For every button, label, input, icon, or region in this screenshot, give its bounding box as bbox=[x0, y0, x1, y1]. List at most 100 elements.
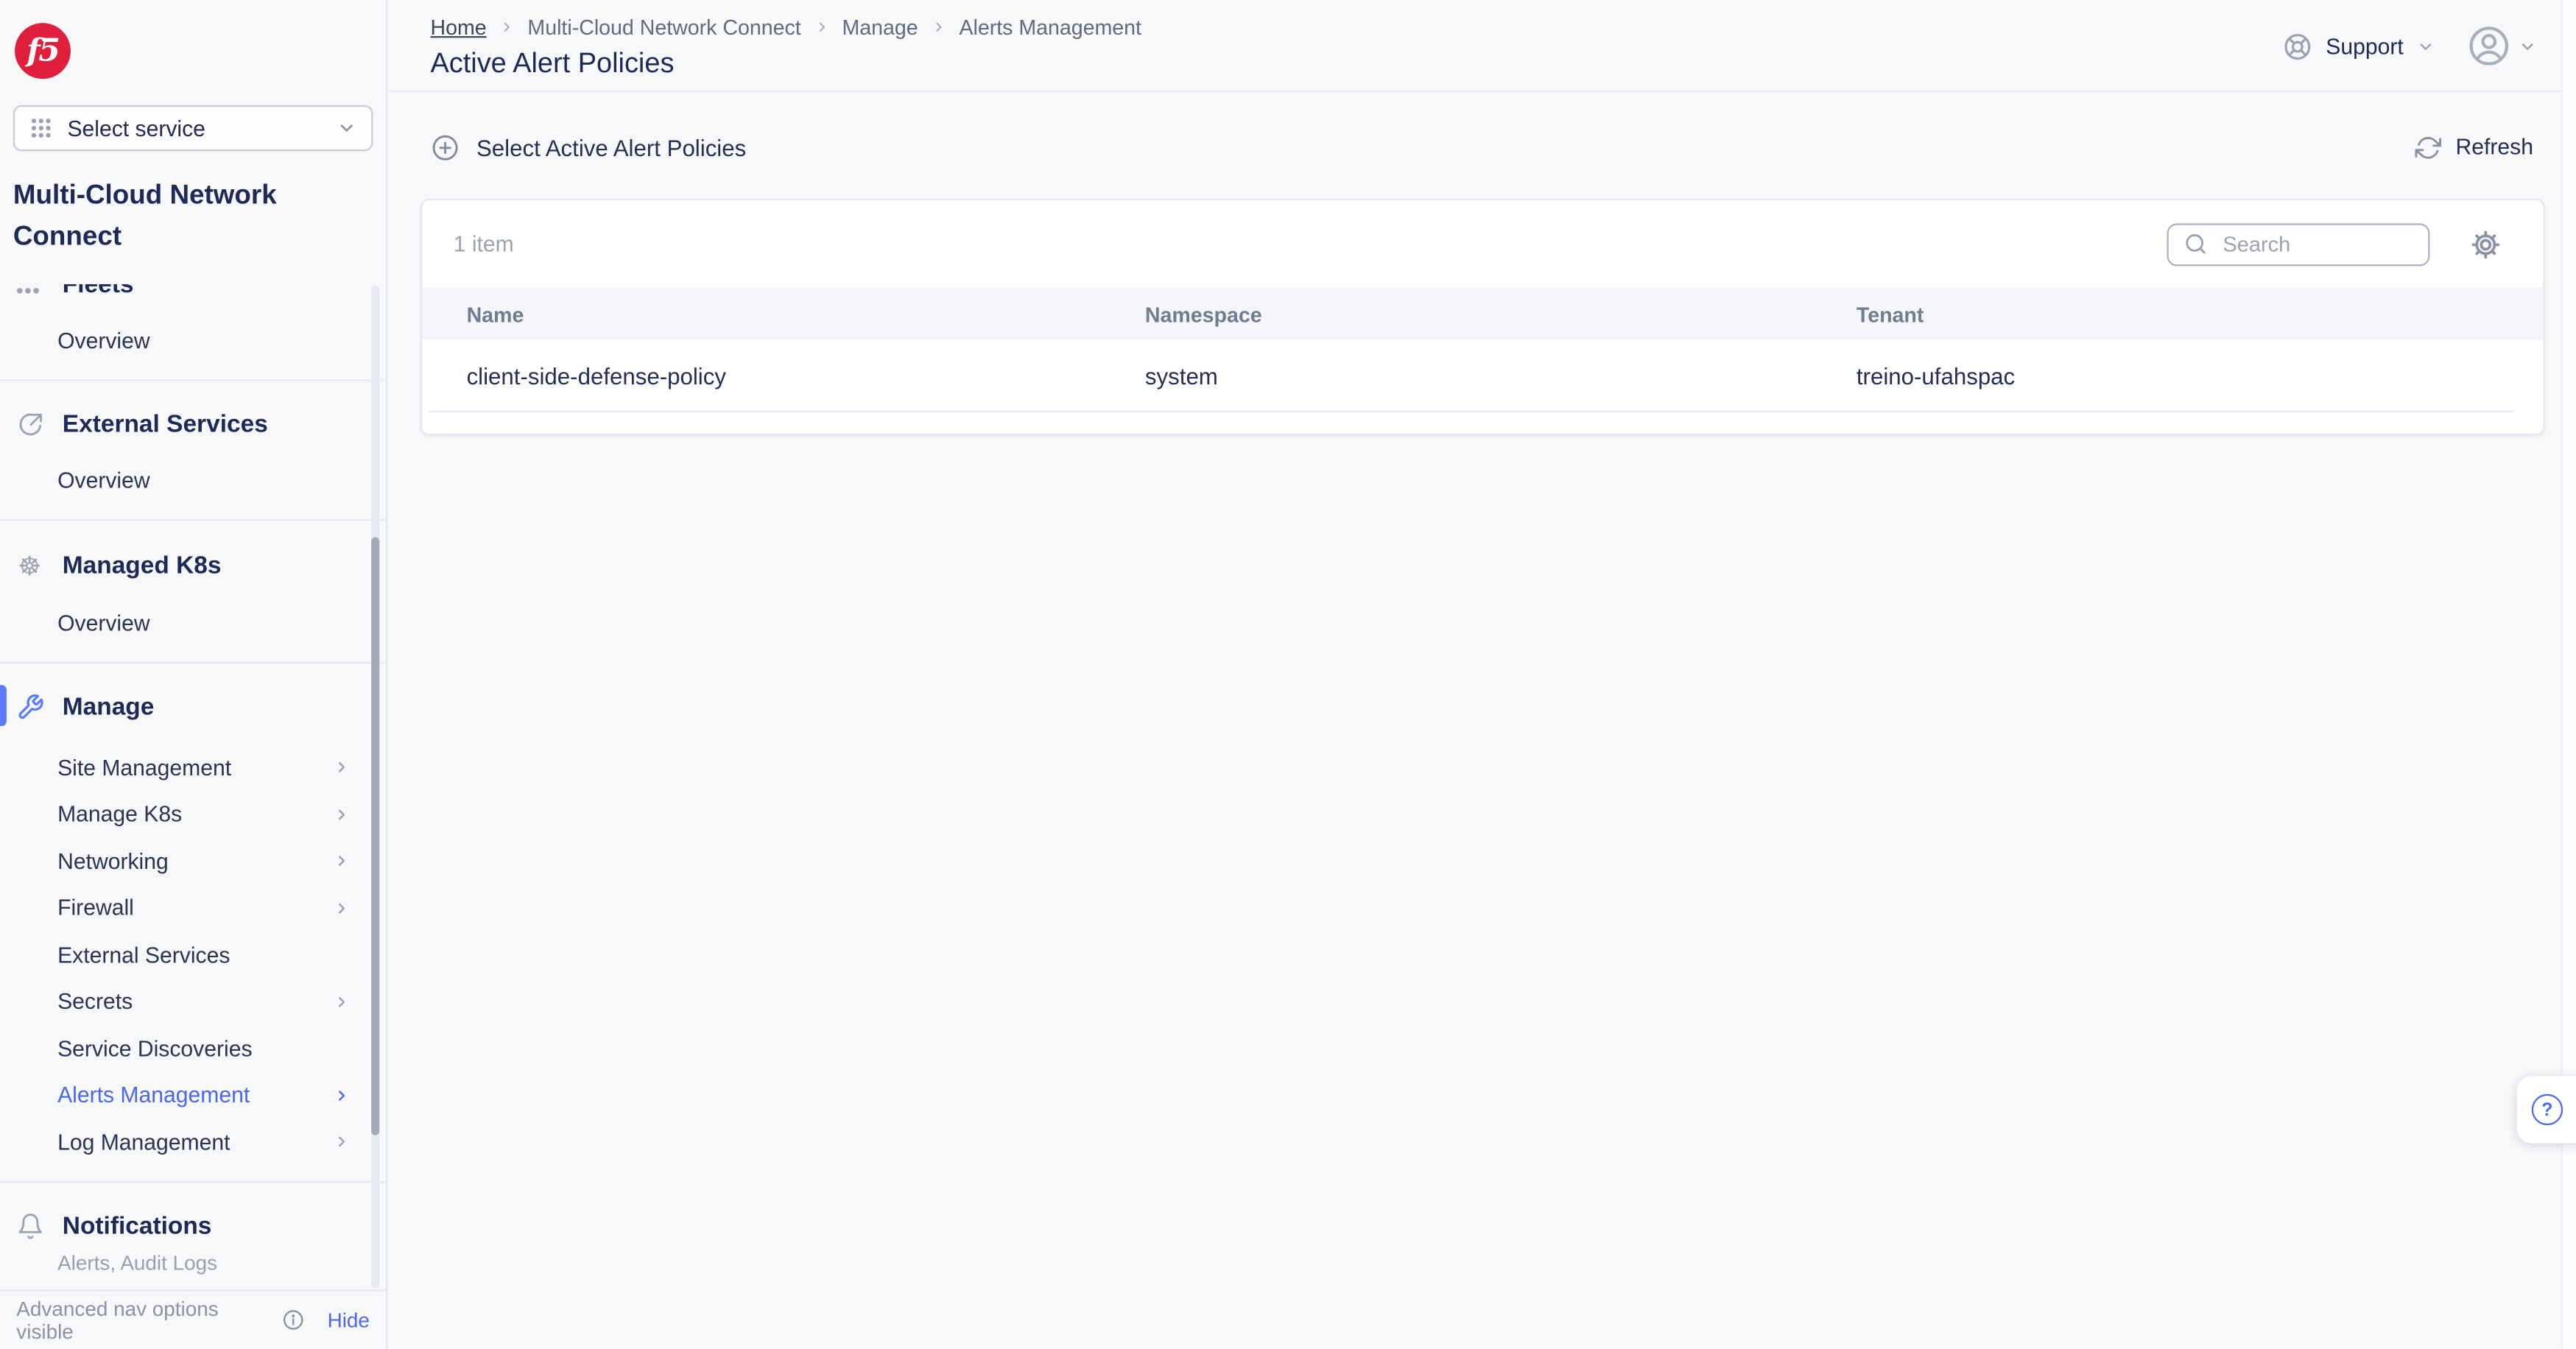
fleet-icon bbox=[13, 284, 46, 298]
lifebuoy-icon bbox=[2281, 30, 2312, 61]
sidebar-footer: Advanced nav options visible Hide bbox=[0, 1289, 386, 1348]
sidebar-scrollbar-thumb[interactable] bbox=[371, 537, 379, 1135]
cell-tenant: treino-ufahspac bbox=[1857, 363, 2544, 390]
sidebar-item-log-management[interactable]: Log Management bbox=[0, 1119, 386, 1166]
sidebar-item-external-services[interactable]: External Services bbox=[0, 931, 386, 979]
help-button[interactable]: ? bbox=[2517, 1076, 2576, 1143]
f5-logo: f5 bbox=[15, 23, 71, 79]
breadcrumb-home-link[interactable]: Home bbox=[430, 15, 486, 39]
breadcrumb-item[interactable]: Manage bbox=[842, 15, 918, 39]
breadcrumb-item[interactable]: Alerts Management bbox=[959, 15, 1141, 39]
support-menu[interactable]: Support bbox=[2281, 30, 2435, 61]
sidebar-nav: Fleets Overview External Services O bbox=[0, 284, 386, 1289]
page-header: Home Multi-Cloud Network Connect Manage … bbox=[390, 0, 2576, 92]
divider bbox=[0, 1180, 386, 1182]
sidebar-item-manage-k8s[interactable]: Manage K8s bbox=[0, 791, 386, 838]
wrench-icon bbox=[13, 693, 46, 721]
sidebar-item-firewall[interactable]: Firewall bbox=[0, 884, 386, 931]
support-label: Support bbox=[2326, 34, 2404, 58]
chevron-down-icon bbox=[337, 119, 356, 138]
service-selector[interactable]: Select service bbox=[13, 105, 373, 151]
k8s-wheel-icon: ☸ bbox=[13, 550, 46, 581]
advanced-nav-text: Advanced nav options visible bbox=[16, 1297, 273, 1342]
sidebar-item-service-discoveries[interactable]: Service Discoveries bbox=[0, 1025, 386, 1072]
item-label: Networking bbox=[57, 849, 169, 873]
search-icon bbox=[2183, 232, 2208, 256]
chevron-right-icon bbox=[334, 853, 350, 869]
table-row[interactable]: client-side-defense-policy system treino… bbox=[422, 340, 2543, 412]
sidebar-item-alerts-management[interactable]: Alerts Management bbox=[0, 1072, 386, 1119]
info-icon[interactable] bbox=[283, 1309, 304, 1331]
chevron-down-icon bbox=[2417, 37, 2435, 55]
divider bbox=[0, 662, 386, 663]
sidebar-item-managed-k8s-overview[interactable]: Overview bbox=[0, 598, 386, 647]
sidebar-item-external-services-overview[interactable]: Overview bbox=[0, 455, 386, 504]
refresh-button[interactable]: Refresh bbox=[2415, 134, 2533, 161]
column-header-name[interactable]: Name bbox=[467, 301, 1145, 325]
main-area: Home Multi-Cloud Network Connect Manage … bbox=[390, 0, 2576, 1349]
section-title: Manage bbox=[63, 693, 155, 721]
section-title: Fleets bbox=[63, 284, 134, 299]
chevron-right-icon bbox=[932, 20, 946, 35]
section-title: External Services bbox=[63, 411, 268, 439]
divider bbox=[0, 379, 386, 381]
header-actions: Support bbox=[2281, 24, 2536, 67]
chevron-right-icon bbox=[334, 1134, 350, 1150]
sidebar-item-networking[interactable]: Networking bbox=[0, 838, 386, 885]
section-title: Managed K8s bbox=[63, 552, 222, 580]
column-header-tenant[interactable]: Tenant bbox=[1857, 301, 2544, 325]
search-box[interactable] bbox=[2167, 222, 2430, 265]
item-label: Alerts Management bbox=[57, 1083, 250, 1107]
item-label: Manage K8s bbox=[57, 802, 182, 826]
refresh-label: Refresh bbox=[2456, 135, 2533, 159]
chevron-right-icon bbox=[334, 759, 350, 775]
product-title: Multi-Cloud Network Connect bbox=[13, 176, 373, 258]
chevron-right-icon bbox=[334, 806, 350, 823]
item-label: Secrets bbox=[57, 990, 133, 1014]
table-header-row: Name Namespace Tenant bbox=[422, 287, 2543, 339]
service-selector-label: Select service bbox=[67, 116, 322, 140]
plus-circle-icon bbox=[430, 133, 460, 162]
item-count: 1 item bbox=[454, 232, 514, 256]
item-label: Site Management bbox=[57, 755, 231, 780]
refresh-icon bbox=[2415, 134, 2441, 161]
page-title: Active Alert Policies bbox=[430, 48, 2533, 81]
section-title: Notifications bbox=[63, 1211, 212, 1239]
sidebar-item-fleets-overview[interactable]: Overview bbox=[0, 315, 386, 364]
bell-icon bbox=[13, 1211, 46, 1239]
sidebar-section-managed-k8s[interactable]: ☸ Managed K8s bbox=[0, 537, 386, 591]
gear-icon[interactable] bbox=[2469, 228, 2502, 261]
chevron-right-icon bbox=[814, 20, 829, 35]
sidebar-section-manage[interactable]: Manage bbox=[0, 680, 386, 731]
chevron-right-icon bbox=[334, 1087, 350, 1103]
alert-policies-card: 1 item Name Namespace bbox=[420, 199, 2545, 435]
grid-icon bbox=[29, 116, 52, 139]
sidebar-item-site-management[interactable]: Site Management bbox=[0, 744, 386, 792]
chevron-right-icon bbox=[334, 993, 350, 1010]
breadcrumb: Home Multi-Cloud Network Connect Manage … bbox=[430, 0, 2533, 40]
select-button-label: Select Active Alert Policies bbox=[476, 134, 746, 161]
item-label: Log Management bbox=[57, 1130, 230, 1154]
item-label: External Services bbox=[57, 943, 230, 967]
cell-namespace: system bbox=[1145, 363, 1857, 390]
table-toolbar: 1 item bbox=[422, 200, 2543, 287]
sidebar-item-secrets[interactable]: Secrets bbox=[0, 978, 386, 1025]
cell-name[interactable]: client-side-defense-policy bbox=[467, 363, 1145, 390]
sidebar: f5 Select service Multi-Cloud Network Co… bbox=[0, 0, 387, 1349]
page-scrollbar-gutter bbox=[2561, 0, 2576, 1349]
chevron-right-icon bbox=[499, 20, 514, 35]
divider bbox=[0, 519, 386, 521]
sidebar-section-notifications[interactable]: Notifications bbox=[0, 1198, 386, 1249]
chevron-down-icon bbox=[2519, 37, 2537, 55]
search-input[interactable] bbox=[2220, 230, 2413, 258]
column-header-namespace[interactable]: Namespace bbox=[1145, 301, 1857, 325]
item-label: Service Discoveries bbox=[57, 1036, 252, 1060]
breadcrumb-item[interactable]: Multi-Cloud Network Connect bbox=[527, 15, 800, 39]
help-icon: ? bbox=[2532, 1094, 2563, 1125]
account-menu[interactable] bbox=[2468, 24, 2537, 67]
hide-nav-link[interactable]: Hide bbox=[328, 1309, 370, 1331]
sidebar-section-external-services[interactable]: External Services bbox=[0, 398, 386, 448]
select-active-alert-policies-button[interactable]: Select Active Alert Policies bbox=[430, 133, 746, 162]
app-window: f5 Select service Multi-Cloud Network Co… bbox=[0, 0, 2576, 1349]
sidebar-section-fleets[interactable]: Fleets bbox=[0, 284, 386, 309]
